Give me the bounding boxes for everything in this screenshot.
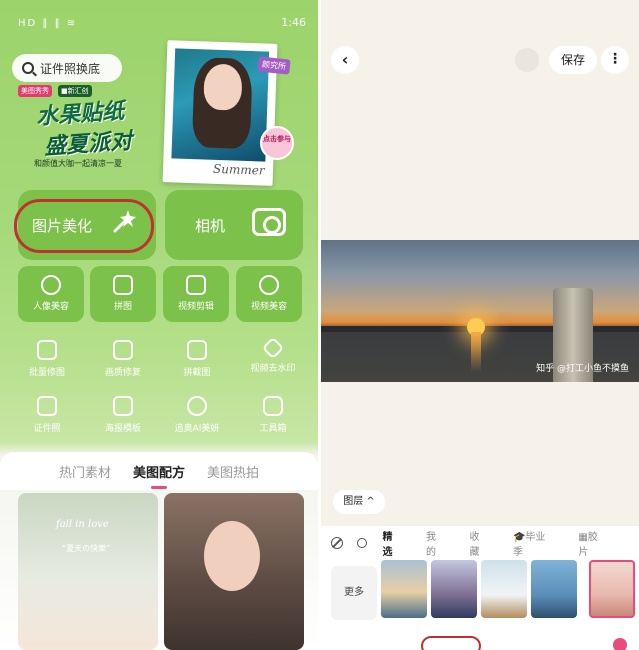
notification-dot <box>613 638 627 650</box>
sun-reflection <box>471 332 481 372</box>
tool-poster-template[interactable]: 海报模板 <box>88 396 158 434</box>
filter-tab-favorites[interactable]: 收藏 <box>470 528 489 558</box>
card-portrait-face <box>204 521 260 591</box>
status-time: 1:46 <box>281 16 306 29</box>
recipe-card[interactable]: fall in love “夏天の快樂” <box>18 493 158 650</box>
filter-tab-film[interactable]: ▦胶片 <box>578 528 607 558</box>
clapperboard-icon <box>186 275 206 295</box>
portrait-face <box>203 63 243 111</box>
save-button[interactable]: 保存 <box>549 46 597 74</box>
tool-label: 画质修复 <box>104 368 141 378</box>
tool-id-photo[interactable]: 证件照 <box>12 396 82 434</box>
banner-tag: 颜究所 <box>257 56 291 75</box>
tile-portrait-beauty[interactable]: 人像美容 <box>18 266 84 322</box>
tile-collage[interactable]: 拼图 <box>90 266 156 322</box>
stitch-icon <box>187 340 207 360</box>
tool-label: 证件照 <box>33 424 61 434</box>
tool-label: 工具箱 <box>259 424 287 434</box>
tab-hot-materials[interactable]: 热门素材 <box>59 462 111 481</box>
tab-meitu-recipes[interactable]: 美图配方 <box>133 462 185 489</box>
no-filter-icon[interactable] <box>331 537 343 549</box>
tool-quality-repair[interactable]: 画质修复 <box>88 340 158 378</box>
search-icon[interactable] <box>356 538 367 548</box>
photo-watermark: 知乎 @打工小鱼不摸鱼 <box>536 364 629 374</box>
filter-tab-featured[interactable]: 精选 <box>383 528 402 558</box>
filter-thumbnail[interactable] <box>531 560 577 618</box>
tool-batch-edit[interactable]: 批量修图 <box>12 340 82 378</box>
filter-panel: 精选 我的 收藏 🎓毕业季 ▦胶片 更多 <box>321 526 639 650</box>
tab-meitu-hot-shots[interactable]: 美图热拍 <box>207 462 259 481</box>
filter-thumbnail[interactable] <box>589 560 635 618</box>
filter-thumbnail[interactable] <box>481 560 527 618</box>
portrait-icon <box>41 275 61 295</box>
poster-edit-icon <box>113 396 133 416</box>
banner-title-line2[interactable]: 盛夏派对 <box>43 123 133 161</box>
recipe-card[interactable] <box>164 493 304 650</box>
tile-label: 视频剪辑 <box>177 302 214 312</box>
eraser-icon <box>261 336 285 360</box>
layer-button[interactable]: 图层 ^ <box>333 490 385 514</box>
tile-video-edit[interactable]: 视频剪辑 <box>163 266 229 322</box>
tile-label: 视频美容 <box>250 302 287 312</box>
tool-screenshot-stitch[interactable]: 拼截图 <box>162 340 232 378</box>
camera-label: 相机 <box>195 216 226 235</box>
highlight-circle <box>14 199 154 253</box>
meitu-home-screen: HD ‖ ‖ ≋ 1:46 证件照换底 美图秀秀 ■新汇创 水果贴纸 盛夏派对 … <box>0 0 318 650</box>
signal-indicators: HD ‖ ‖ ≋ <box>18 18 78 29</box>
sunset-photo-canvas[interactable]: 知乎 @打工小鱼不摸鱼 <box>321 240 639 382</box>
more-filters-button[interactable]: 更多 <box>331 566 377 620</box>
search-icon <box>22 62 34 74</box>
tool-label: 视频去水印 <box>250 364 296 374</box>
brand-meitu: 美图秀秀 <box>18 85 52 97</box>
tool-label: 追奥AI美妍 <box>174 424 220 434</box>
collage-icon <box>113 275 133 295</box>
toolbox-icon <box>263 396 283 416</box>
hd-icon <box>113 340 133 360</box>
ai-beauty-icon <box>187 396 207 416</box>
video-beauty-icon <box>259 275 279 295</box>
tool-toolbox[interactable]: 工具箱 <box>238 396 308 434</box>
tool-label: 海报模板 <box>104 424 141 434</box>
screenshot-root: HD ‖ ‖ ≋ 1:46 证件照换底 美图秀秀 ■新汇创 水果贴纸 盛夏派对 … <box>0 0 639 650</box>
tile-label: 人像美容 <box>32 302 69 312</box>
filter-tab-graduation[interactable]: 🎓毕业季 <box>513 528 554 558</box>
banner-portrait <box>171 48 270 162</box>
highlight-circle <box>421 636 481 650</box>
banner-subtitle: 和颜值大咖一起清凉一夏 <box>34 159 122 168</box>
photo-editor-screen: ‹ 保存 ⋮ 知乎 @打工小鱼不摸鱼 图层 ^ 精选 我的 收藏 🎓毕业季 ▦胶… <box>321 0 639 650</box>
tile-video-beauty[interactable]: 视频美容 <box>236 266 302 322</box>
tool-label: 批量修图 <box>28 368 65 378</box>
filter-thumbnail[interactable] <box>431 560 477 618</box>
back-button[interactable]: ‹ <box>331 46 359 74</box>
content-tabs: 热门素材 美图配方 美图热拍 <box>0 452 318 490</box>
more-options-button[interactable]: ⋮ <box>601 46 629 74</box>
tool-remove-watermark[interactable]: 视频去水印 <box>238 336 308 374</box>
filter-thumbnail[interactable] <box>381 560 427 618</box>
filter-tabs: 精选 我的 收藏 🎓毕业季 ▦胶片 <box>331 532 631 558</box>
layers-icon[interactable] <box>515 48 539 72</box>
batch-edit-icon <box>37 340 57 360</box>
tool-ai-beauty[interactable]: 追奥AI美妍 <box>162 396 232 434</box>
polaroid-caption: Summer <box>212 161 265 178</box>
camera-icon <box>252 208 286 236</box>
search-bar[interactable]: 证件照换底 <box>12 54 122 82</box>
search-text: 证件照换底 <box>40 61 101 76</box>
card-caption: “夏天の快樂” <box>62 544 111 553</box>
id-card-icon <box>37 396 57 416</box>
card-script-text: fall in love <box>56 519 109 530</box>
join-badge[interactable]: 点击参与 <box>260 126 294 160</box>
tool-label: 拼截图 <box>183 368 211 378</box>
status-bar: HD ‖ ‖ ≋ 1:46 <box>0 0 318 40</box>
filter-tab-mine[interactable]: 我的 <box>426 528 445 558</box>
tile-label: 拼图 <box>113 302 132 312</box>
